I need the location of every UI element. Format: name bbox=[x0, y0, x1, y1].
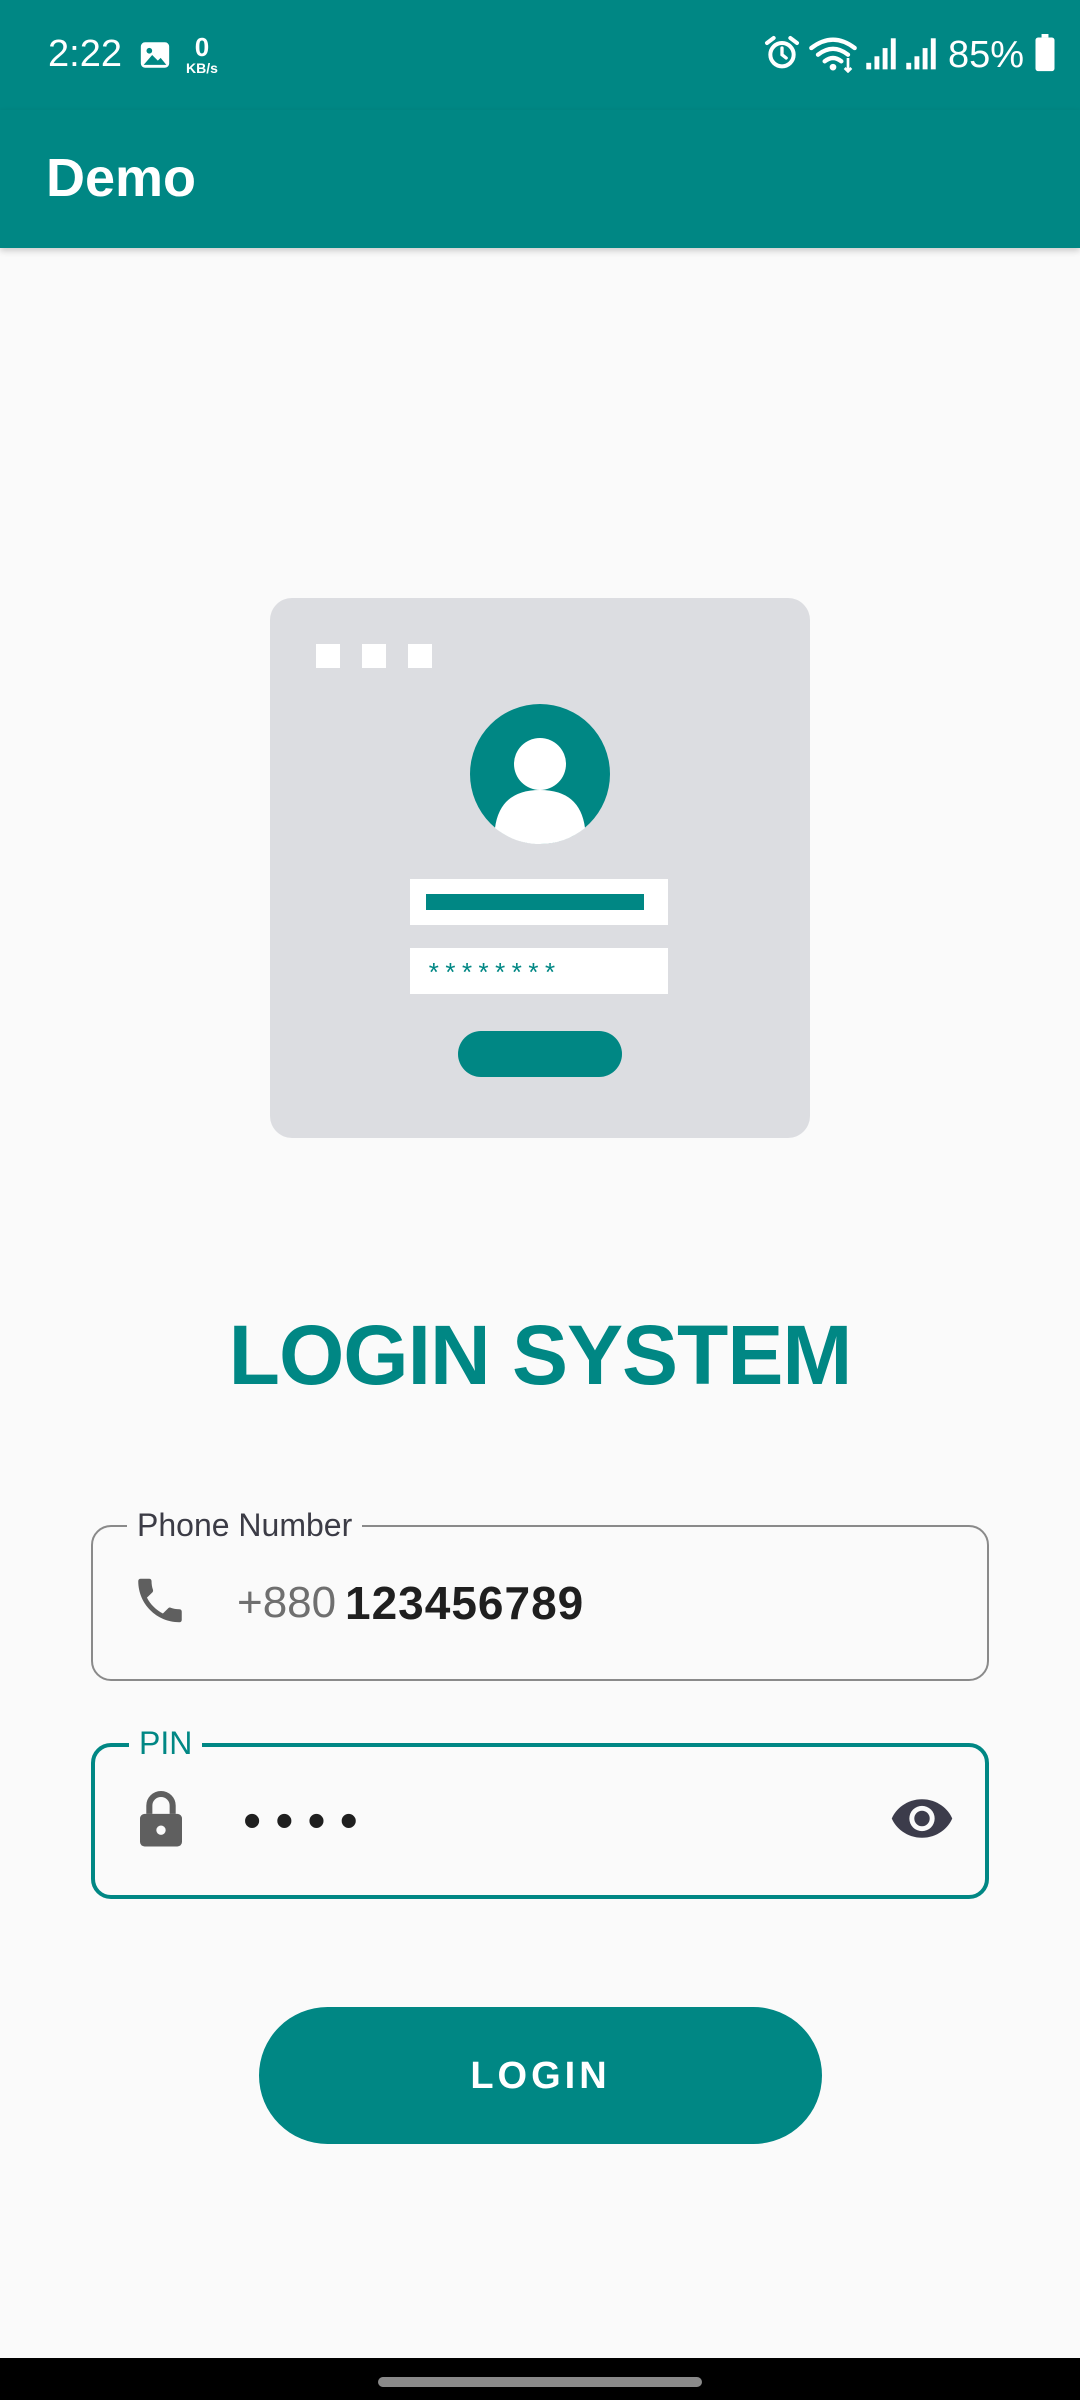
avatar-head bbox=[514, 738, 566, 790]
window-dot bbox=[362, 644, 386, 668]
illustration-button bbox=[458, 1031, 622, 1077]
status-time: 2:22 bbox=[48, 33, 122, 75]
app-title: Demo bbox=[46, 148, 197, 208]
network-speed-unit: KB/s bbox=[186, 60, 218, 76]
login-button[interactable]: LOGIN bbox=[259, 2007, 822, 2144]
app-bar: Demo bbox=[0, 110, 1080, 248]
page-heading: LOGIN SYSTEM bbox=[228, 1308, 853, 1402]
status-bar: 2:22 0 KB/s 85% bbox=[0, 0, 1080, 110]
wifi-icon bbox=[808, 33, 858, 78]
phone-number-label: Phone Number bbox=[127, 1503, 363, 1547]
pin-label: PIN bbox=[129, 1721, 203, 1765]
gallery-icon bbox=[138, 38, 172, 77]
signal-icon bbox=[904, 35, 938, 76]
phone-number-field[interactable]: Phone Number +880 123456789 bbox=[91, 1503, 989, 1681]
eye-icon[interactable] bbox=[889, 1796, 955, 1847]
status-icons: 85% bbox=[762, 30, 1056, 80]
network-speed-value: 0 bbox=[194, 32, 210, 62]
battery-icon bbox=[1034, 33, 1056, 77]
phone-number-input[interactable]: 123456789 bbox=[345, 1576, 584, 1630]
home-gesture-handle[interactable] bbox=[378, 2377, 702, 2387]
phone-icon bbox=[131, 1572, 189, 1635]
illustration-password-mask: ******** bbox=[426, 960, 559, 990]
pin-input[interactable]: •••• bbox=[243, 1791, 372, 1851]
battery-percent: 85% bbox=[947, 33, 1024, 76]
alarm-icon bbox=[762, 33, 802, 78]
window-dot bbox=[408, 644, 432, 668]
window-dot bbox=[316, 644, 340, 668]
login-illustration: ******** bbox=[270, 598, 810, 1138]
signal-icon bbox=[864, 35, 898, 76]
lock-icon bbox=[133, 1788, 189, 1855]
navigation-bar bbox=[0, 2358, 1080, 2400]
illustration-input-text bbox=[426, 894, 644, 910]
phone-prefix: +880 bbox=[237, 1578, 337, 1627]
pin-field[interactable]: PIN •••• bbox=[91, 1721, 989, 1899]
network-speed: 0 KB/s bbox=[180, 34, 224, 75]
